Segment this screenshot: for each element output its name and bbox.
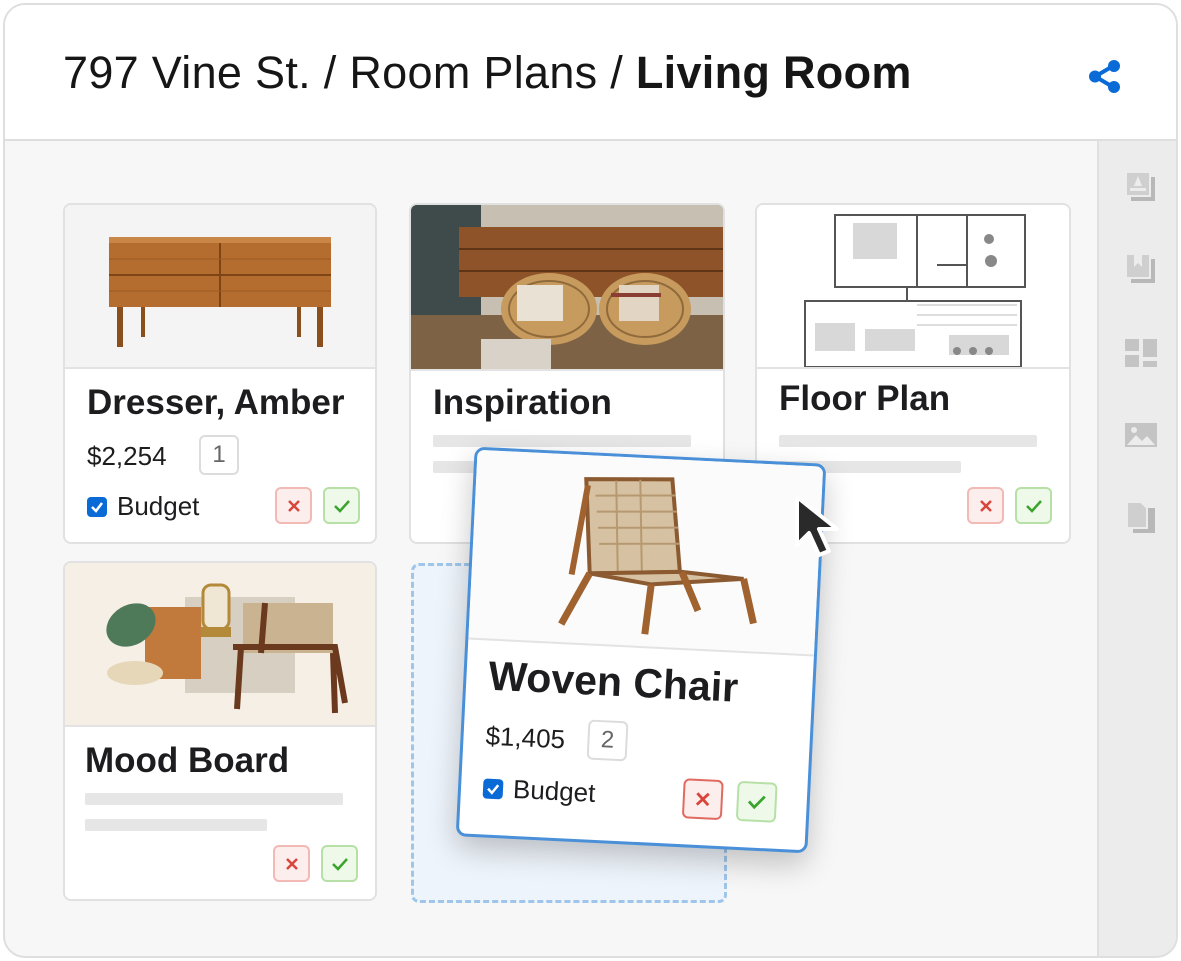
- placeholder-line: [779, 435, 1037, 447]
- room-plan-window: 797 Vine St. / Room Plans / Living Room: [3, 3, 1178, 958]
- checkbox-checked-icon[interactable]: [87, 496, 107, 517]
- breadcrumb: 797 Vine St. / Room Plans / Living Room: [63, 47, 912, 99]
- close-icon: [287, 499, 300, 512]
- approve-button[interactable]: [323, 487, 360, 524]
- inspiration-title: Inspiration: [433, 383, 612, 422]
- reject-button[interactable]: [275, 487, 312, 524]
- woven-chair-budget-label: Budget: [512, 773, 597, 808]
- dresser-price: $2,254: [87, 441, 167, 471]
- check-icon: [333, 499, 350, 513]
- bookmark-layers-icon[interactable]: [1123, 251, 1159, 287]
- mouse-cursor-icon: [791, 493, 851, 563]
- floor-plan-image: [757, 205, 1069, 369]
- dresser-title: Dresser, Amber: [87, 383, 345, 422]
- check-icon: [747, 795, 766, 810]
- mood-board-title: Mood Board: [85, 741, 290, 780]
- mood-board-image: [65, 563, 375, 727]
- close-icon: [979, 499, 992, 512]
- reject-button[interactable]: [273, 845, 310, 882]
- placeholder-line: [85, 793, 343, 805]
- breadcrumb-path[interactable]: 797 Vine St. / Room Plans /: [63, 47, 636, 98]
- woven-chair-title: Woven Chair: [487, 652, 740, 711]
- approve-button[interactable]: [1015, 487, 1052, 524]
- lamp-layers-icon[interactable]: [1123, 169, 1159, 205]
- share-icon[interactable]: [1085, 57, 1125, 97]
- dresser-budget-label: Budget: [117, 491, 200, 521]
- header-bar: 797 Vine St. / Room Plans / Living Room: [5, 5, 1176, 141]
- woven-chair-budget-toggle[interactable]: Budget: [482, 772, 596, 808]
- checkbox-checked-icon[interactable]: [482, 777, 504, 799]
- layout-icon[interactable]: [1123, 335, 1159, 371]
- dresser-budget-toggle[interactable]: Budget: [87, 491, 199, 522]
- inspiration-image: [411, 205, 723, 371]
- placeholder-line: [85, 819, 267, 831]
- image-icon[interactable]: [1123, 417, 1159, 453]
- close-icon: [285, 857, 298, 870]
- approve-button[interactable]: [735, 780, 778, 823]
- dresser-image: [65, 205, 375, 369]
- approve-button[interactable]: [321, 845, 358, 882]
- floor-plan-title: Floor Plan: [779, 379, 951, 418]
- check-icon: [331, 857, 348, 871]
- woven-chair-quantity[interactable]: 2: [586, 719, 629, 762]
- dresser-card[interactable]: Dresser, Amber $2,254 1 Budget: [63, 203, 377, 544]
- right-tool-rail: [1097, 141, 1176, 956]
- reject-button[interactable]: [967, 487, 1004, 524]
- woven-chair-price: $1,405: [484, 720, 566, 755]
- woven-chair-image: [468, 449, 824, 657]
- check-icon: [1025, 499, 1042, 513]
- woven-chair-card-dragging[interactable]: Woven Chair $1,405 2 Budget: [455, 446, 827, 854]
- documents-icon[interactable]: [1123, 499, 1159, 535]
- close-icon: [695, 792, 710, 807]
- dresser-quantity[interactable]: 1: [199, 435, 239, 475]
- reject-button[interactable]: [681, 778, 724, 821]
- mood-board-card[interactable]: Mood Board: [63, 561, 377, 901]
- placeholder-line: [433, 435, 691, 447]
- breadcrumb-current: Living Room: [635, 47, 912, 98]
